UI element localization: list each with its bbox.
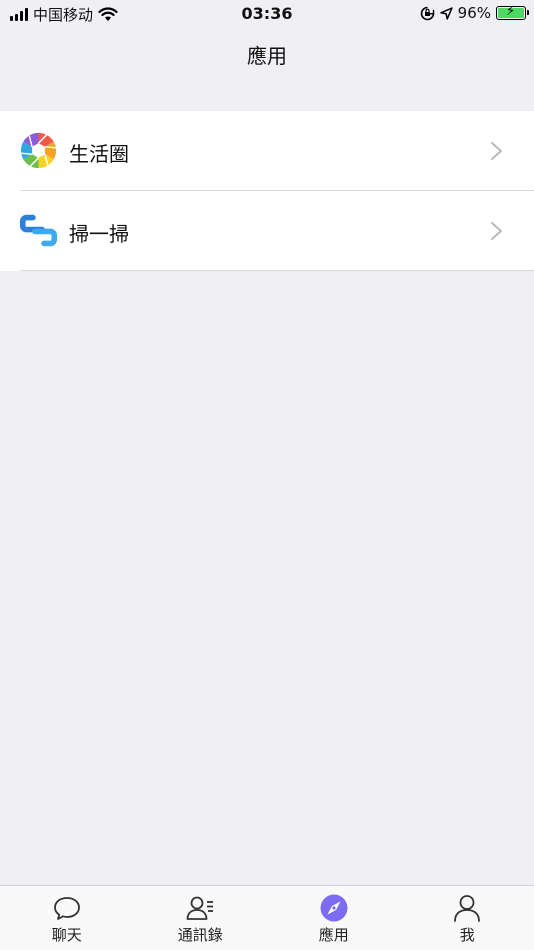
list-item-scan[interactable]: 掃一掃 <box>0 191 534 271</box>
tab-label: 通訊錄 <box>177 926 223 944</box>
scan-icon <box>20 214 57 247</box>
list-item-label: 掃一掃 <box>69 222 129 246</box>
aperture-icon <box>20 132 57 169</box>
battery-percent: 96% <box>457 4 491 22</box>
list-item-life-circle[interactable]: 生活圈 <box>0 111 534 191</box>
status-bar: 中国移动 03:36 96% ⚡ <box>0 0 534 28</box>
contacts-icon <box>186 896 214 920</box>
list-item-label: 生活圈 <box>69 142 129 166</box>
battery-charging-icon: ⚡ <box>496 4 529 20</box>
compass-icon <box>320 894 348 922</box>
tab-chat[interactable]: 聊天 <box>0 886 134 950</box>
person-icon <box>454 895 481 922</box>
tab-label: 應用 <box>318 926 349 944</box>
tab-label: 我 <box>459 926 475 944</box>
tab-label: 聊天 <box>51 926 82 944</box>
tab-bar: 聊天 通訊錄 應用 我 <box>0 885 534 950</box>
status-right: 96% ⚡ <box>420 4 529 22</box>
app-list: 生活圈 掃一掃 <box>0 111 534 271</box>
location-arrow-icon <box>439 6 453 20</box>
nav-bar: 應用 <box>0 28 534 80</box>
tab-me[interactable]: 我 <box>401 886 534 950</box>
screen: 中国移动 03:36 96% ⚡ 應用 生活圈 掃一掃 聊天 通訊錄 應用 我 <box>0 0 534 950</box>
chevron-right-icon <box>491 222 502 240</box>
tab-contacts[interactable]: 通訊錄 <box>134 886 268 950</box>
tab-apps[interactable]: 應用 <box>267 886 401 950</box>
orientation-lock-icon <box>420 6 434 20</box>
divider <box>20 270 534 271</box>
chevron-right-icon <box>491 142 502 160</box>
chat-bubble-icon <box>53 897 80 920</box>
page-title: 應用 <box>247 44 287 68</box>
